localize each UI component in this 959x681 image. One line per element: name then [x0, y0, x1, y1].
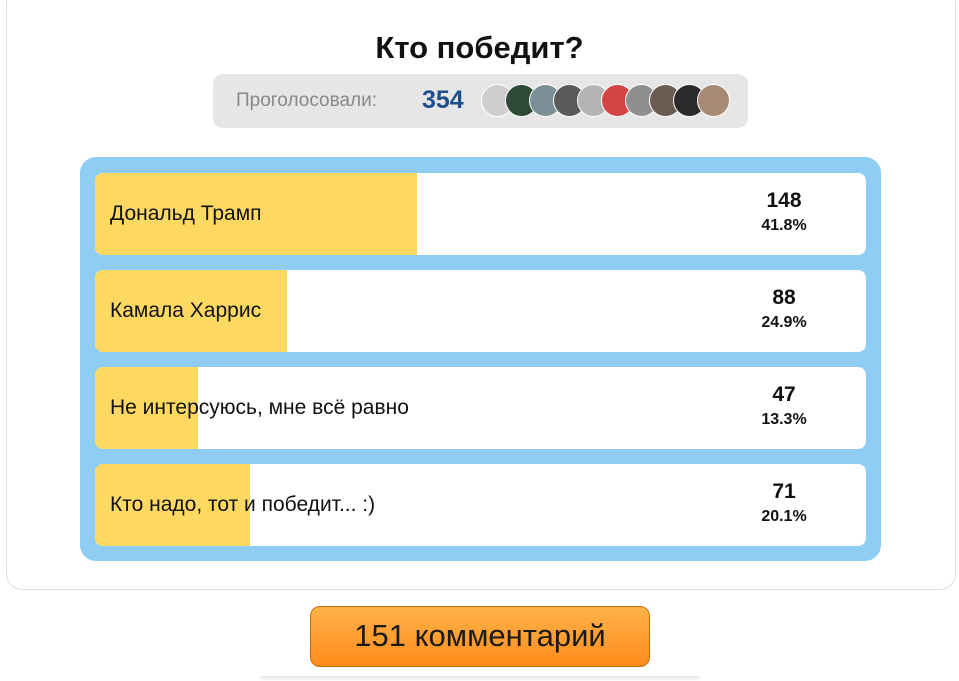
- vote-percent: 24.9%: [761, 314, 807, 331]
- poll-option-harris[interactable]: Камала Харрис 88 24.9%: [95, 270, 866, 352]
- voters-label: Проголосовали:: [236, 90, 378, 111]
- vote-count: 88: [772, 286, 796, 309]
- vote-percent: 13.3%: [761, 411, 807, 428]
- option-label: Камала Харрис: [110, 299, 262, 322]
- vote-count: 47: [772, 383, 796, 406]
- voters-count[interactable]: 354: [422, 85, 464, 115]
- poll-option-not-interested[interactable]: Не интерсуюсь, мне всё равно 47 13.3%: [95, 367, 866, 449]
- avatar-10[interactable]: [697, 84, 730, 117]
- poll-option-whoever-needed[interactable]: Кто надо, тот и победит... :) 71 20.1%: [95, 464, 866, 546]
- poll-options: Дональд Трамп 148 41.8% Камала Харрис 88…: [80, 157, 881, 561]
- comments-button[interactable]: 151 комментарий: [310, 606, 650, 667]
- poll-page: Кто победит? Проголосовали: 354 Дональд …: [0, 0, 959, 681]
- option-label: Не интерсуюсь, мне всё равно: [110, 396, 409, 419]
- bottom-shadow: [260, 676, 700, 681]
- poll-title: Кто победит?: [375, 30, 584, 65]
- option-label: Кто надо, тот и победит... :): [110, 493, 376, 516]
- vote-percent: 41.8%: [761, 217, 807, 234]
- vote-percent: 20.1%: [761, 508, 807, 525]
- poll-option-trump[interactable]: Дональд Трамп 148 41.8%: [95, 173, 866, 255]
- voters-summary: Проголосовали: 354: [213, 74, 748, 128]
- vote-count: 71: [772, 480, 796, 503]
- option-label: Дональд Трамп: [110, 202, 262, 225]
- vote-count: 148: [766, 189, 802, 212]
